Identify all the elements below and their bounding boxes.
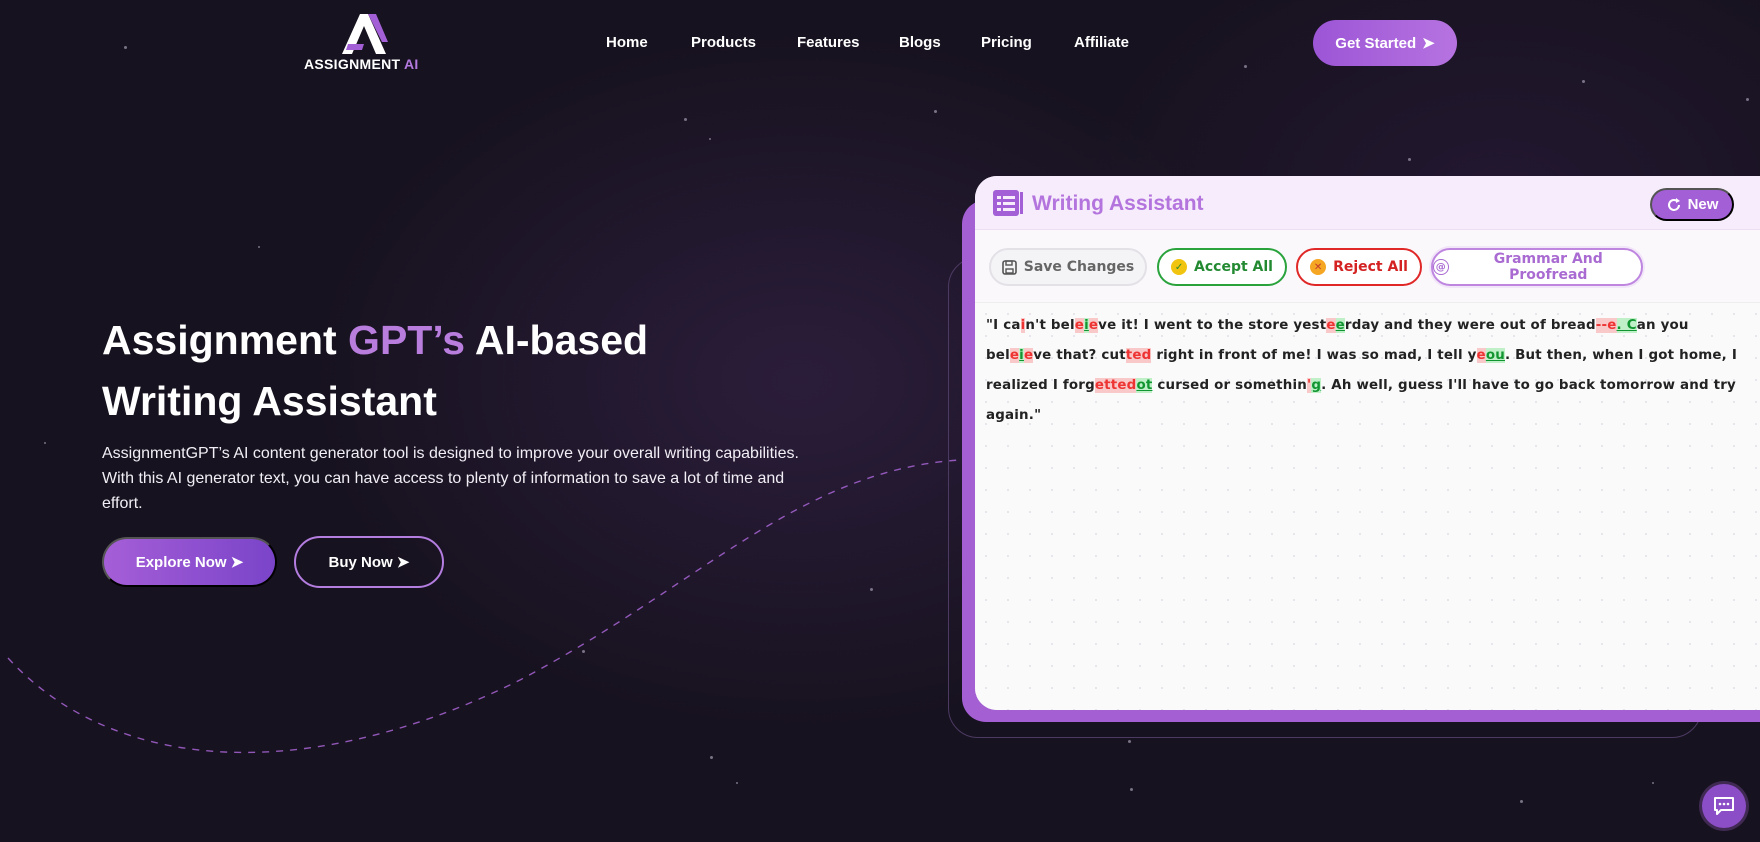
text-segment: rday and they were out of bread xyxy=(1344,318,1596,333)
panel-title: Writing Assistant xyxy=(1032,192,1204,215)
floppy-disk-icon xyxy=(1001,259,1017,275)
text-segment: cursed or somethin xyxy=(1152,378,1308,393)
explore-now-label: Explore Now xyxy=(135,553,227,571)
insertion-mark[interactable]: g xyxy=(1311,378,1322,393)
text-editor[interactable]: "I cain't beleieve it! I went to the sto… xyxy=(975,302,1760,710)
buy-now-label: Buy Now xyxy=(328,553,393,571)
hero-title: Assignment GPT’s AI-based Writing Assist… xyxy=(102,310,802,432)
nav-features[interactable]: Features xyxy=(797,34,860,51)
text-segment: ve it! I went to the store yest xyxy=(1098,318,1327,333)
reject-all-label: Reject All xyxy=(1333,259,1408,275)
grammar-proofread-button[interactable]: @ Grammar And Proofread xyxy=(1431,248,1643,286)
new-button[interactable]: New xyxy=(1650,188,1734,221)
hero-title-part1: Assignment xyxy=(102,317,349,363)
deletion-mark[interactable]: e xyxy=(1009,348,1020,363)
nav-home[interactable]: Home xyxy=(606,34,648,51)
at-sign-icon: @ xyxy=(1433,259,1449,275)
deletion-mark[interactable]: ted xyxy=(1125,348,1152,363)
deletion-mark[interactable]: e xyxy=(1074,318,1085,333)
get-started-label: Get Started xyxy=(1335,34,1417,52)
new-button-label: New xyxy=(1687,196,1719,213)
deletion-mark[interactable]: --e xyxy=(1595,318,1617,333)
text-segment: ve that? cut xyxy=(1033,348,1126,363)
main-nav: Home Products Features Blogs Pricing Aff… xyxy=(0,34,1760,54)
deletion-mark[interactable]: e xyxy=(1326,318,1336,333)
arrow-right-icon: ➤ xyxy=(1422,35,1435,52)
panel-header: Writing Assistant New xyxy=(975,176,1760,230)
get-started-button[interactable]: Get Started ➤ xyxy=(1313,20,1457,66)
refresh-icon xyxy=(1667,197,1680,211)
x-circle-icon: ✕ xyxy=(1310,259,1327,275)
hero-title-line2: Writing Assistant xyxy=(102,378,437,424)
brand-suffix: AI xyxy=(404,56,419,72)
text-segment: "I ca xyxy=(986,318,1021,333)
corrected-text: "I cain't beleieve it! I went to the sto… xyxy=(986,311,1751,431)
nav-blogs[interactable]: Blogs xyxy=(899,34,941,51)
deletion-mark[interactable]: e xyxy=(1088,318,1099,333)
nav-affiliate[interactable]: Affiliate xyxy=(1074,34,1129,51)
insertion-mark[interactable]: e xyxy=(1335,318,1345,333)
hero-title-part2: AI-based xyxy=(465,317,649,363)
insertion-mark[interactable]: . C xyxy=(1616,318,1637,333)
buy-now-button[interactable]: Buy Now ➤ xyxy=(294,536,444,588)
chat-icon xyxy=(1714,797,1734,815)
insertion-mark[interactable]: ot xyxy=(1136,378,1153,393)
brand-name: ASSIGNMENT AI xyxy=(304,56,419,72)
text-segment: n't bel xyxy=(1025,318,1075,333)
explore-now-button[interactable]: Explore Now ➤ xyxy=(102,537,277,587)
nav-pricing[interactable]: Pricing xyxy=(981,34,1032,51)
check-circle-icon: ✓ xyxy=(1171,259,1188,275)
save-changes-label: Save Changes xyxy=(1023,259,1135,275)
accept-all-label: Accept All xyxy=(1194,259,1273,275)
deletion-mark[interactable]: etted xyxy=(1094,378,1137,393)
save-changes-button[interactable]: Save Changes xyxy=(989,248,1147,286)
hero-title-accent: GPT’s xyxy=(348,317,466,363)
brand-name-text: ASSIGNMENT xyxy=(304,56,401,72)
insertion-mark[interactable]: ou xyxy=(1485,348,1505,363)
nav-products[interactable]: Products xyxy=(691,34,756,51)
writing-assistant-panel: Writing Assistant New Save Changes ✓ Acc… xyxy=(975,176,1760,710)
text-segment: right in front of me! I was so mad, I te… xyxy=(1151,348,1477,363)
chat-widget-button[interactable] xyxy=(1702,784,1746,828)
reject-all-button[interactable]: ✕ Reject All xyxy=(1296,248,1422,286)
deletion-mark[interactable]: e xyxy=(1476,348,1486,363)
accept-all-button[interactable]: ✓ Accept All xyxy=(1157,248,1287,286)
notebook-icon xyxy=(993,190,1023,216)
arrow-right-icon: ➤ xyxy=(396,554,410,571)
deletion-mark[interactable]: e xyxy=(1023,348,1034,363)
arrow-right-icon: ➤ xyxy=(230,554,244,571)
hero-description: AssignmentGPT’s AI content generator too… xyxy=(102,445,799,512)
grammar-proofread-label: Grammar And Proofread xyxy=(1493,251,1603,283)
